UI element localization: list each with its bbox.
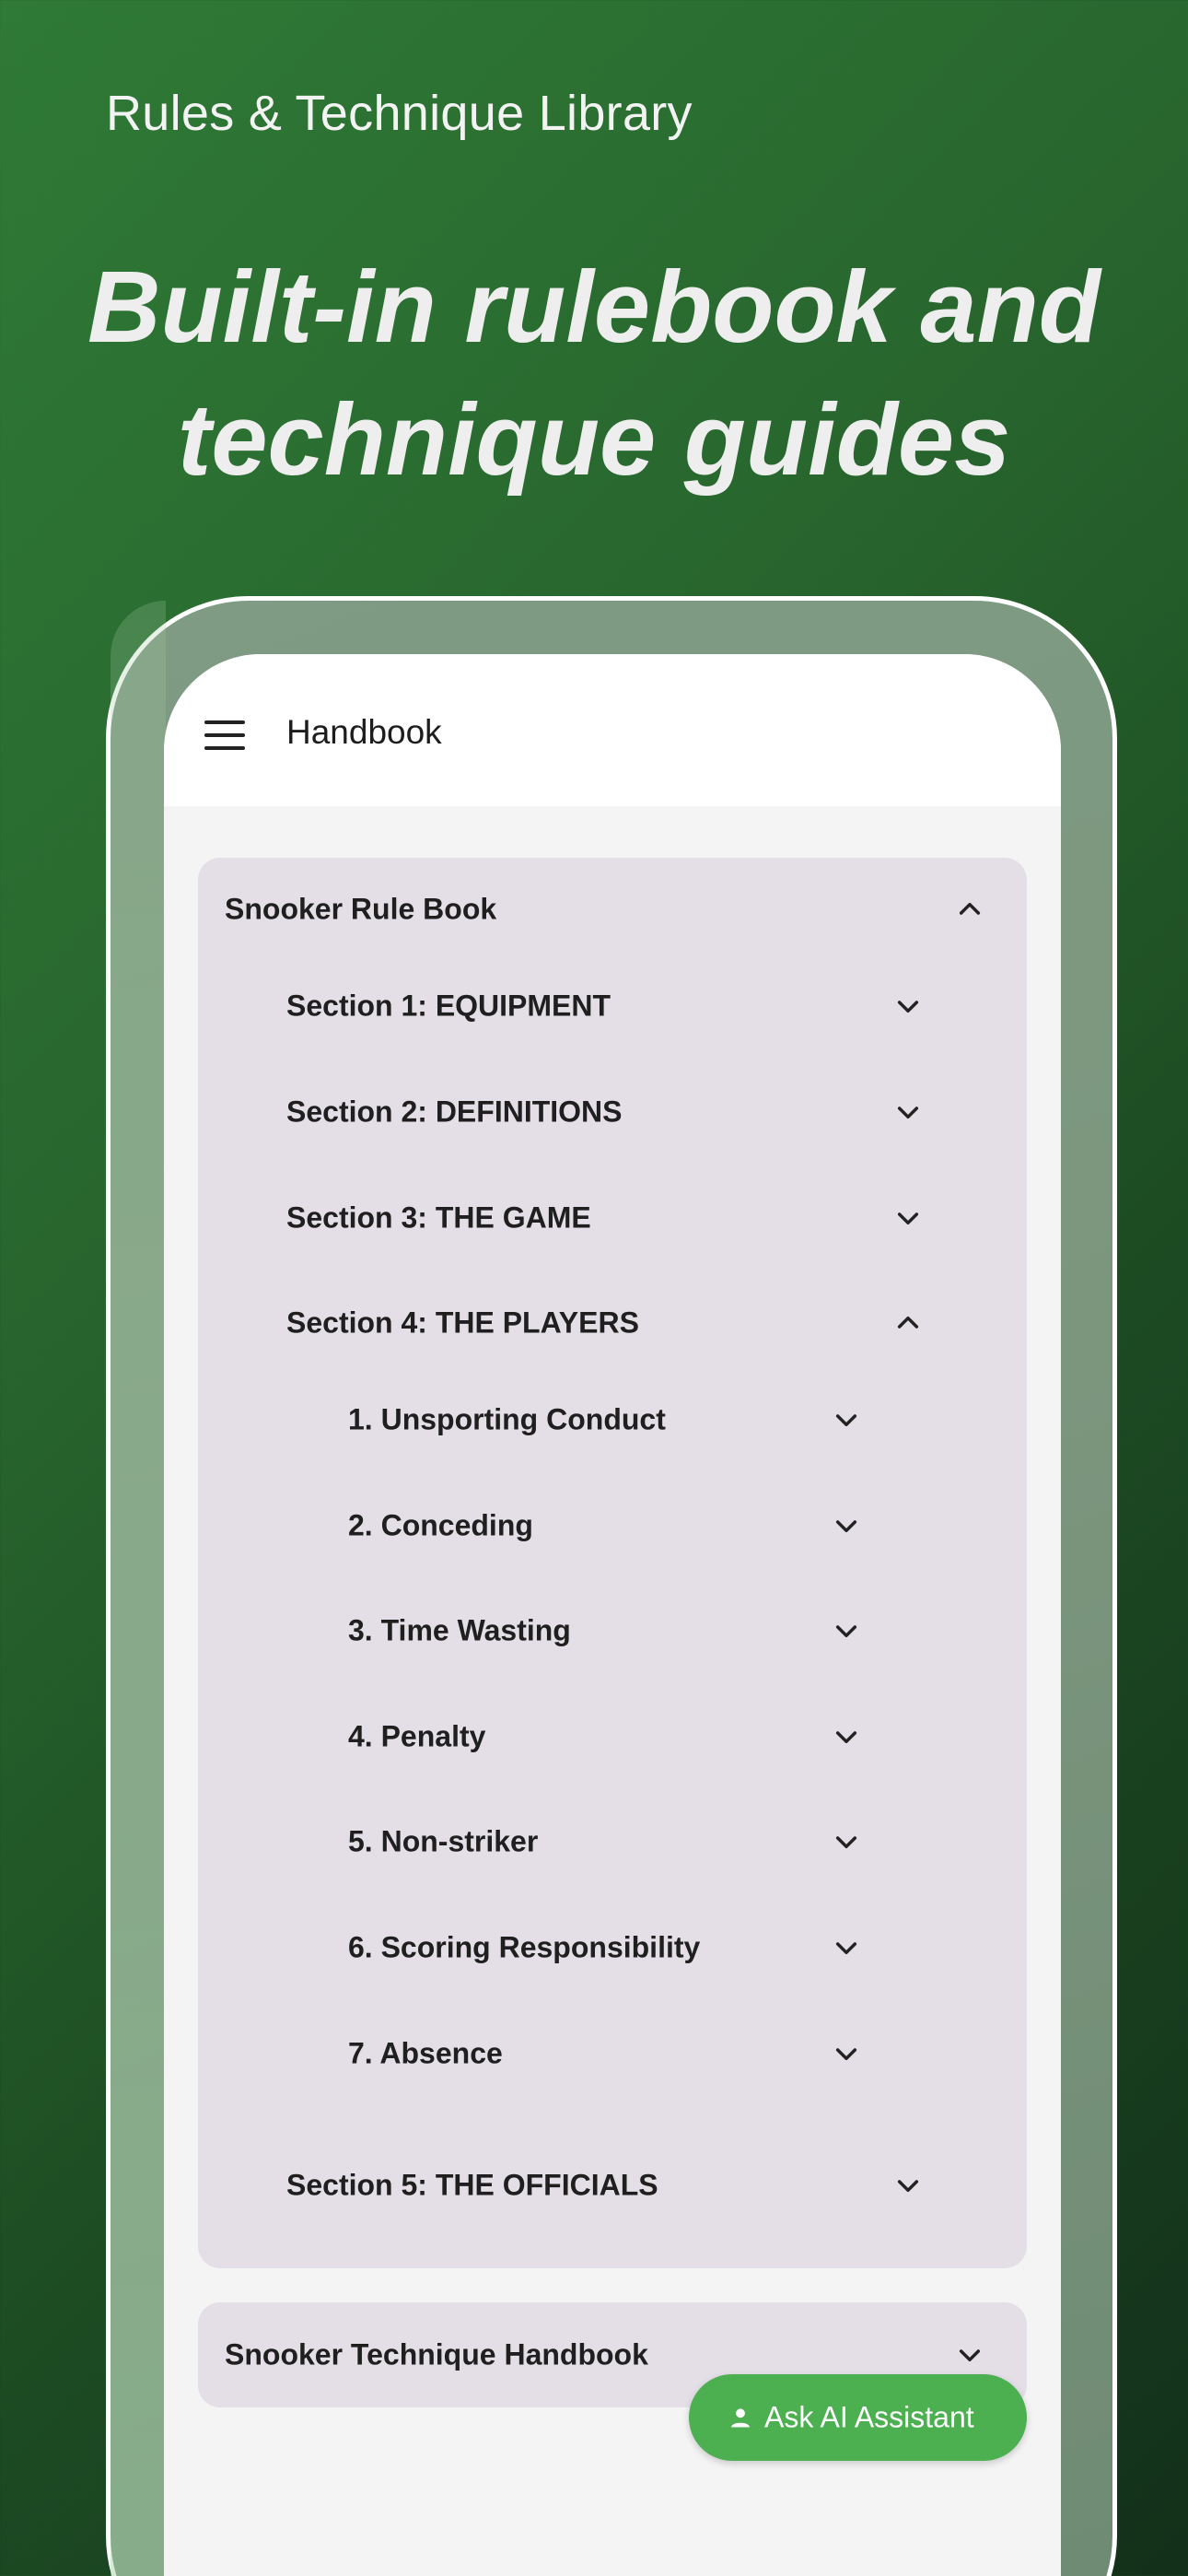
hamburger-menu-icon[interactable] (204, 720, 245, 750)
rule-book-title: Snooker Rule Book (225, 892, 497, 926)
rule-item-row[interactable]: 4. Penalty (198, 1700, 1027, 1774)
section-row[interactable]: Section 4: THE PLAYERS (198, 1286, 1027, 1360)
headline-line-2: technique guides (177, 383, 1011, 497)
chevron-down-icon (832, 2039, 861, 2068)
caption: Rules & Technique Library (106, 86, 693, 141)
section-label: Section 3: THE GAME (286, 1200, 591, 1235)
chevron-down-icon (832, 1722, 861, 1751)
technique-handbook-title: Snooker Technique Handbook (225, 2337, 648, 2371)
rule-item-row[interactable]: 2. Conceding (198, 1489, 1027, 1563)
rule-book-card: Snooker Rule Book Section 1: EQUIPMENT S… (198, 858, 1027, 2268)
app-screen: Handbook Snooker Rule Book Section 1: EQ… (164, 654, 1061, 2576)
chevron-down-icon (893, 1203, 923, 1233)
person-icon (728, 2405, 753, 2430)
section-row[interactable]: Section 3: THE GAME (198, 1181, 1027, 1255)
chevron-down-icon (893, 991, 923, 1021)
rule-item-label: 5. Non-striker (348, 1824, 539, 1858)
rule-item-label: 1. Unsporting Conduct (348, 1402, 666, 1436)
rule-item-label: 6. Scoring Responsibility (348, 1930, 701, 1964)
chevron-down-icon (893, 2171, 923, 2200)
section-label: Section 4: THE PLAYERS (286, 1306, 639, 1340)
section-row[interactable]: Section 5: THE OFFICIALS (198, 2149, 1027, 2222)
rule-item-row[interactable]: 7. Absence (198, 2017, 1027, 2090)
section-label: Section 1: EQUIPMENT (286, 989, 611, 1023)
chevron-down-icon (832, 1933, 861, 1962)
chevron-down-icon (955, 2340, 984, 2370)
rule-book-header[interactable]: Snooker Rule Book (198, 872, 1027, 946)
section-row[interactable]: Section 1: EQUIPMENT (198, 969, 1027, 1043)
chevron-up-icon (893, 1308, 923, 1338)
chevron-down-icon (832, 1616, 861, 1645)
section-row[interactable]: Section 2: DEFINITIONS (198, 1075, 1027, 1149)
chevron-up-icon (955, 895, 984, 924)
chevron-down-icon (832, 1405, 861, 1434)
chevron-down-icon (893, 1097, 923, 1127)
ask-ai-assistant-label: Ask AI Assistant (764, 2400, 974, 2434)
rule-item-label: 7. Absence (348, 2036, 503, 2070)
app-bar: Handbook (164, 654, 1061, 806)
app-bar-title: Handbook (286, 713, 442, 751)
rule-item-label: 4. Penalty (348, 1719, 486, 1753)
rule-item-row[interactable]: 1. Unsporting Conduct (198, 1383, 1027, 1457)
rule-item-label: 3. Time Wasting (348, 1613, 571, 1647)
headline: Built-in rulebook and technique guides (0, 241, 1188, 507)
ask-ai-assistant-button[interactable]: Ask AI Assistant (689, 2374, 1027, 2461)
rule-item-row[interactable]: 6. Scoring Responsibility (198, 1911, 1027, 1985)
section-label: Section 2: DEFINITIONS (286, 1095, 623, 1129)
headline-line-1: Built-in rulebook and (87, 251, 1101, 364)
rule-item-label: 2. Conceding (348, 1508, 533, 1542)
chevron-down-icon (832, 1827, 861, 1856)
chevron-down-icon (832, 1511, 861, 1540)
rule-item-row[interactable]: 5. Non-striker (198, 1805, 1027, 1879)
rule-item-row[interactable]: 3. Time Wasting (198, 1594, 1027, 1668)
section-label: Section 5: THE OFFICIALS (286, 2168, 658, 2202)
